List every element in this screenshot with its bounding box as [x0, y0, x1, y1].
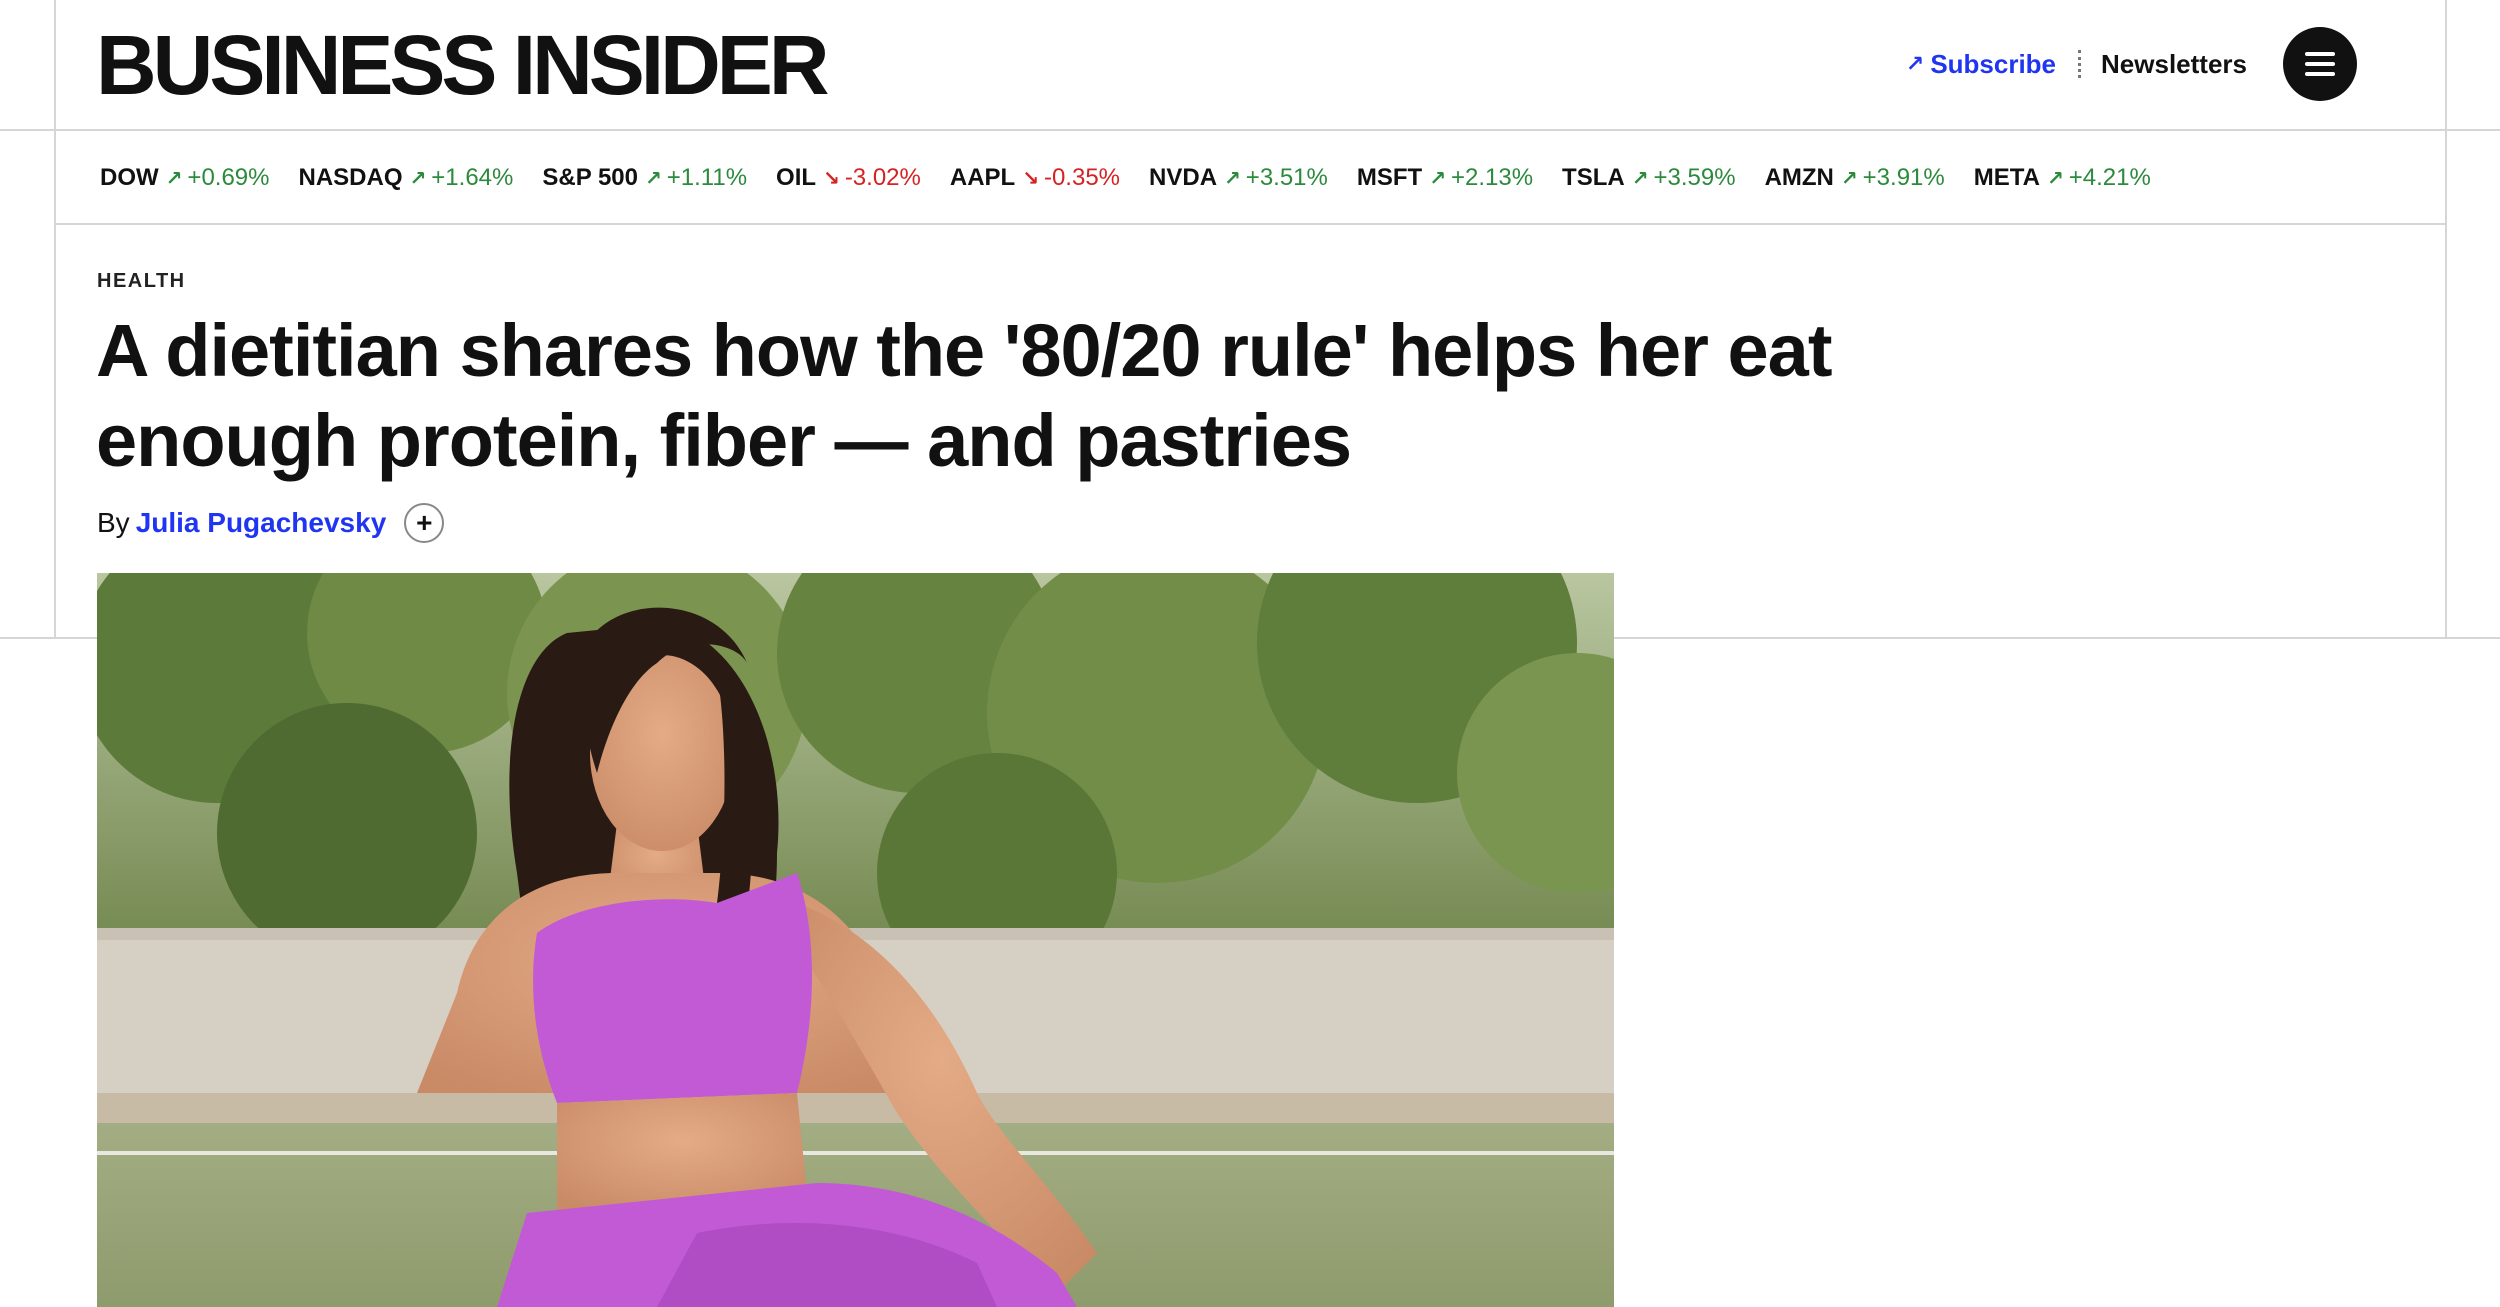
byline-prefix: By	[97, 507, 130, 538]
arrow-down-right-icon: ↘	[1022, 167, 1039, 190]
ticker-change: +3.51%	[1245, 164, 1328, 191]
ticker-symbol: TSLA	[1562, 164, 1625, 191]
follow-author-button[interactable]: +	[404, 503, 445, 543]
article-category[interactable]: HEALTH	[97, 270, 186, 293]
header-actions: ↗ Subscribe Newsletters	[1906, 26, 2357, 102]
market-ticker: DOW ↗ +0.69% NASDAQ ↗ +1.64% S&P 500 ↗ +1.11% OIL…	[56, 133, 2445, 225]
ticker-symbol: AMZN	[1764, 164, 1834, 191]
ticker-symbol: S&P 500	[542, 164, 638, 191]
hero-image	[97, 573, 1614, 1307]
ticker-change: +3.91%	[1862, 164, 1945, 191]
hero-photo-illustration	[97, 573, 1614, 1307]
ticker-item-meta[interactable]: META ↗ +4.21%	[1974, 164, 2151, 192]
ticker-change: -0.35%	[1043, 164, 1121, 191]
arrow-up-right-icon: ↗	[165, 167, 183, 190]
ticker-symbol: META	[1973, 164, 2040, 191]
arrow-up-right-icon: ↗	[1429, 167, 1446, 190]
hamburger-menu-icon	[2305, 52, 2335, 56]
arrow-up-right-icon: ↗	[1631, 167, 1649, 190]
arrow-up-right-icon: ↗	[1224, 167, 1241, 190]
ticker-change: +3.59%	[1653, 164, 1736, 191]
ticker-symbol: OIL	[776, 164, 817, 191]
ticker-symbol: NVDA	[1149, 164, 1218, 191]
arrow-up-right-icon: ↗	[1840, 167, 1858, 190]
ticker-item-dow[interactable]: DOW ↗ +0.69%	[100, 164, 270, 192]
header-divider	[2078, 50, 2082, 78]
ticker-change: +0.69%	[187, 164, 270, 191]
ticker-change: -3.02%	[844, 164, 921, 191]
site-logo[interactable]: BUSINESS INSIDER	[96, 22, 829, 108]
article-headline: A dietitian shares how the '80/20 rule' …	[96, 309, 1832, 482]
subscribe-link[interactable]: ↗ Subscribe	[1906, 49, 2056, 80]
ticker-symbol: AAPL	[949, 164, 1016, 191]
newsletters-link[interactable]: Newsletters	[2101, 49, 2247, 80]
ticker-symbol: MSFT	[1356, 164, 1423, 191]
ticker-change: +1.11%	[666, 164, 748, 191]
plus-icon: +	[416, 507, 433, 538]
site-header: BUSINESS INSIDER ↗ Subscribe Newsletters	[0, 0, 2500, 131]
ticker-item-nasdaq[interactable]: NASDAQ ↗ +1.64%	[299, 164, 514, 192]
ticker-change: +1.64%	[431, 164, 514, 191]
arrow-down-right-icon: ↘	[823, 167, 840, 190]
ticker-item-oil[interactable]: OIL ↘ -3.02%	[776, 164, 921, 192]
ticker-item-msft[interactable]: MSFT ↗ +2.13%	[1357, 164, 1533, 192]
ticker-symbol: NASDAQ	[298, 164, 403, 191]
subscribe-label: Subscribe	[1930, 48, 2057, 79]
menu-button[interactable]	[2283, 27, 2357, 101]
arrow-up-right-icon: ↗	[644, 167, 662, 190]
ticker-change: +4.21%	[2068, 164, 2151, 191]
ticker-change: +2.13%	[1450, 164, 1534, 191]
arrow-up-right-icon: ↗	[2046, 167, 2064, 190]
ticker-item-nvda[interactable]: NVDA ↗ +3.51%	[1149, 164, 1328, 192]
ticker-item-aapl[interactable]: AAPL ↘ -0.35%	[950, 164, 1120, 192]
author-link[interactable]: Julia Pugachevsky	[136, 507, 387, 539]
ticker-item-amzn[interactable]: AMZN ↗ +3.91%	[1765, 164, 1945, 192]
arrow-up-right-icon: ↗	[1905, 51, 1925, 76]
ticker-symbol: DOW	[100, 164, 159, 191]
byline: By Julia Pugachevsky +	[97, 503, 445, 543]
ticker-item-s-p-500[interactable]: S&P 500 ↗ +1.11%	[542, 164, 747, 192]
arrow-up-right-icon: ↗	[409, 167, 427, 190]
ticker-item-tsla[interactable]: TSLA ↗ +3.59%	[1562, 164, 1736, 192]
